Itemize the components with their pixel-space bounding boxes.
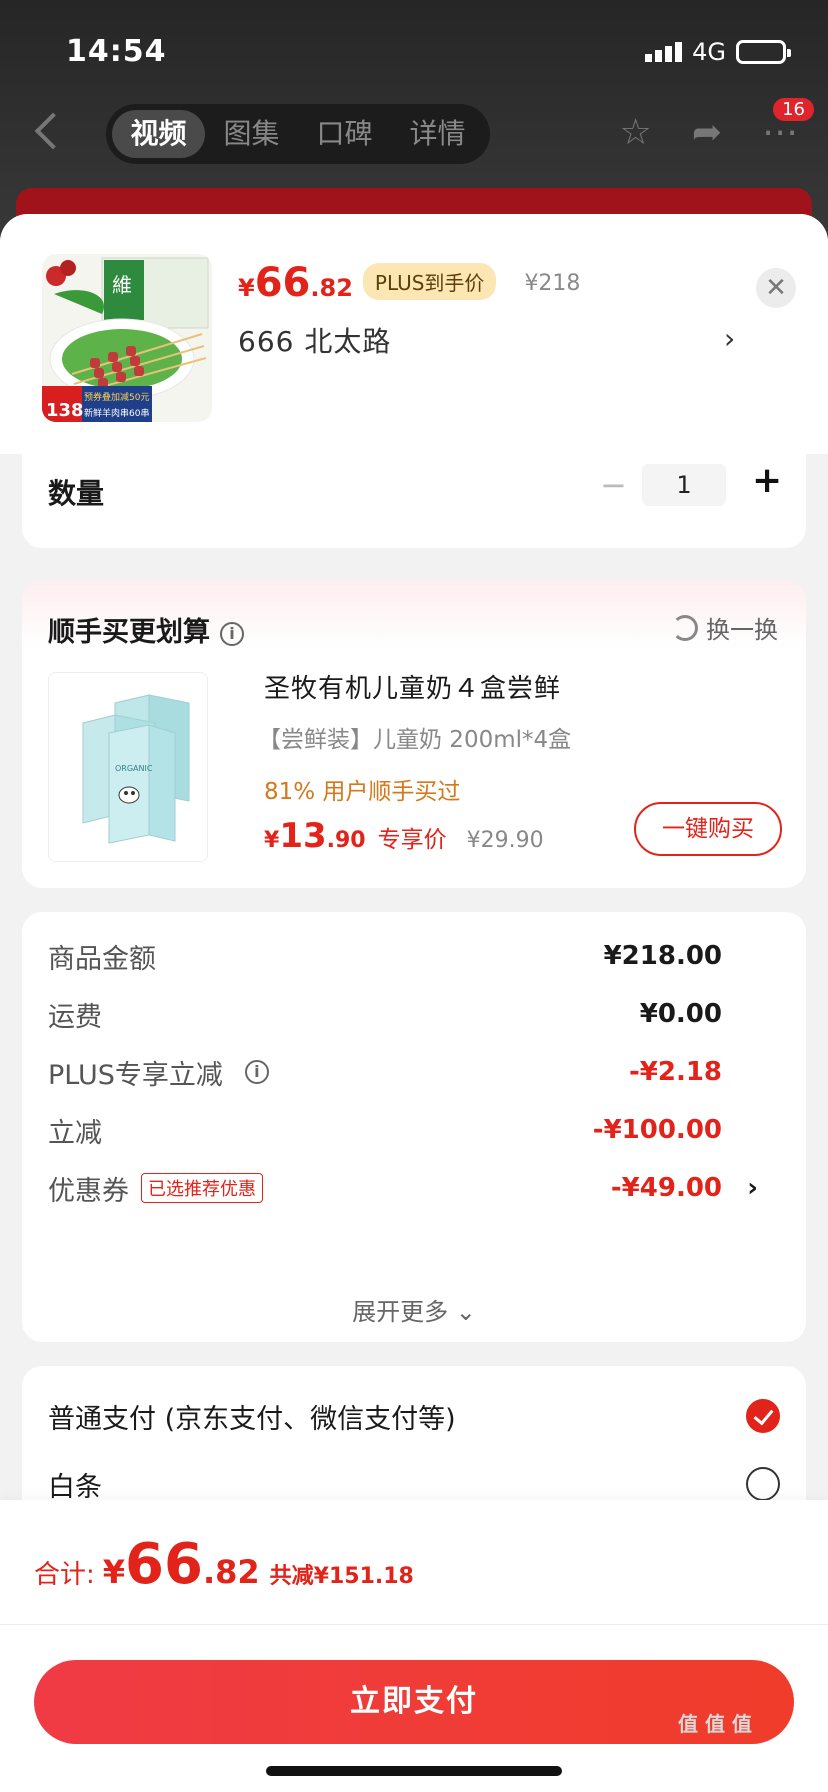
svg-text:预券叠加减50元: 预券叠加减50元 xyxy=(84,391,149,403)
upsell-buyers-stat: 81% 用户顺手买过 xyxy=(264,779,461,805)
tab-video[interactable]: 视频 xyxy=(112,110,205,158)
plus-price-tag: PLUS到手价 xyxy=(362,263,497,300)
star-icon[interactable]: ☆ xyxy=(620,112,652,153)
summary-value: ¥0.00 xyxy=(639,999,722,1029)
delivery-address[interactable]: 666 北太路 xyxy=(238,320,391,360)
summary-row-shipping: 运费 ¥0.00 xyxy=(48,994,778,1034)
payment-option-label: 普通支付 (京东支付、微信支付等) xyxy=(48,1403,456,1435)
radio-checked-icon[interactable] xyxy=(746,1399,780,1433)
summary-row-coupon[interactable]: 优惠券 已选推荐优惠 -¥49.00 › xyxy=(48,1168,778,1208)
close-icon: ✕ xyxy=(765,273,787,303)
quantity-label: 数量 xyxy=(48,477,105,510)
tab-gallery[interactable]: 图集 xyxy=(205,110,298,158)
close-button[interactable]: ✕ xyxy=(756,268,796,308)
product-thumbnail: 維 138 预券叠加减50元 新鲜羊肉串60串 xyxy=(42,254,212,422)
expand-more-button[interactable]: 展开更多 ⌄ xyxy=(22,1292,806,1327)
summary-label: 运费 xyxy=(48,1001,102,1033)
summary-label: 立减 xyxy=(48,1117,102,1149)
upsell-product-spec: 【尝鲜装】儿童奶 200ml*4盒 xyxy=(258,727,572,753)
svg-text:維: 維 xyxy=(112,273,132,297)
coupon-tag: 已选推荐优惠 xyxy=(141,1173,263,1203)
summary-value: -¥100.00 xyxy=(592,1115,722,1145)
upsell-product-image[interactable]: ORGANIC xyxy=(48,672,208,862)
summary-row-instant-discount: 立减 -¥100.00 xyxy=(48,1110,778,1150)
upsell-card: 顺手买更划算 i 换一换 ORGANIC 圣牧有机儿童奶４盒尝鲜 【尝鲜装】儿童… xyxy=(22,580,806,888)
quantity-plus-button[interactable]: + xyxy=(752,460,782,501)
info-icon[interactable]: i xyxy=(220,621,244,646)
summary-row-plus-discount: PLUS专享立减 i -¥2.18 xyxy=(48,1052,778,1092)
price-summary-card: 商品金额 ¥218.00 运费 ¥0.00 PLUS专享立减 i -¥2.18 立… xyxy=(22,912,806,1342)
nav-bar: 视频 图集 口碑 详情 ☆ ➦ ⋯ 16 xyxy=(0,98,828,166)
one-click-buy-button[interactable]: 一键购买 xyxy=(634,802,782,856)
total-label: 合计: xyxy=(34,1560,95,1590)
quantity-minus-button[interactable]: − xyxy=(600,466,627,504)
status-time: 14:54 xyxy=(66,34,167,69)
upsell-product-name[interactable]: 圣牧有机儿童奶４盒尝鲜 xyxy=(264,668,561,705)
chevron-right-icon[interactable]: › xyxy=(724,322,735,355)
sheet-header: 維 138 预券叠加减50元 新鲜羊肉串60串 ¥66.82 PLUS到手价 ¥… xyxy=(0,214,828,454)
original-price: ¥218 xyxy=(524,271,581,296)
summary-label: 商品金额 xyxy=(48,943,156,975)
checkout-sheet: 維 138 预券叠加减50元 新鲜羊肉串60串 ¥66.82 PLUS到手价 ¥… xyxy=(0,214,828,1792)
refresh-icon xyxy=(672,614,698,641)
payment-option-label: 白条 xyxy=(48,1471,102,1503)
back-icon[interactable] xyxy=(34,112,72,150)
network-label: 4G xyxy=(692,38,726,66)
quantity-input[interactable]: 1 xyxy=(642,464,726,506)
payment-option-standard[interactable]: 普通支付 (京东支付、微信支付等) xyxy=(48,1392,780,1440)
nav-tabs: 视频 图集 口碑 详情 xyxy=(106,104,490,164)
signal-icon xyxy=(645,42,683,62)
nav-icons: ☆ ➦ ⋯ xyxy=(620,112,798,153)
chevron-right-icon[interactable]: › xyxy=(747,1173,758,1203)
summary-row-subtotal: 商品金额 ¥218.00 xyxy=(48,936,778,976)
total-line: 合计: ¥66.82 共减¥151.18 xyxy=(34,1532,414,1597)
share-icon[interactable]: ➦ xyxy=(692,112,722,153)
status-right: 4G xyxy=(645,38,791,66)
upsell-title: 顺手买更划算 i xyxy=(48,610,244,649)
upsell-original-price: ¥29.90 xyxy=(466,828,544,853)
summary-value: -¥49.00 xyxy=(610,1173,722,1203)
svg-text:新鲜羊肉串60串: 新鲜羊肉串60串 xyxy=(84,407,149,419)
watermark: 值 值 值 xyxy=(678,1712,752,1736)
svg-text:138: 138 xyxy=(46,400,84,421)
home-indicator[interactable] xyxy=(266,1766,562,1776)
summary-label: 优惠券 已选推荐优惠 xyxy=(48,1169,263,1208)
upsell-price-line: ¥13.90 专享价 ¥29.90 xyxy=(264,816,544,856)
summary-value: -¥2.18 xyxy=(628,1057,722,1087)
swap-button[interactable]: 换一换 xyxy=(672,610,778,645)
exclusive-price-label: 专享价 xyxy=(377,827,447,853)
info-icon[interactable]: i xyxy=(244,1060,269,1084)
battery-icon xyxy=(736,40,791,64)
total-price: ¥66.82 xyxy=(102,1532,260,1597)
tab-details[interactable]: 详情 xyxy=(391,110,484,158)
radio-unchecked-icon[interactable] xyxy=(746,1467,780,1501)
message-badge: 16 xyxy=(773,98,814,121)
checkout-bottom-bar: 合计: ¥66.82 共减¥151.18 立即支付 xyxy=(0,1500,828,1792)
quantity-card: 数量 − 1 + xyxy=(22,454,806,548)
product-image: 維 138 预券叠加减50元 新鲜羊肉串60串 xyxy=(42,254,212,422)
summary-value: ¥218.00 xyxy=(603,941,722,971)
product-price-line: ¥66.82 PLUS到手价 ¥218 xyxy=(238,260,580,306)
svg-text:ORGANIC: ORGANIC xyxy=(115,764,153,773)
total-savings: 共减¥151.18 xyxy=(269,1564,414,1589)
summary-label: PLUS专享立减 i xyxy=(48,1053,269,1092)
upsell-price: ¥13.90 xyxy=(264,816,366,856)
tab-reviews[interactable]: 口碑 xyxy=(298,110,391,158)
divider xyxy=(0,1624,828,1625)
swap-label: 换一换 xyxy=(706,616,778,644)
status-bar: 14:54 4G xyxy=(0,0,828,100)
milk-boxes-image: ORGANIC xyxy=(49,673,207,861)
product-price: ¥66.82 xyxy=(238,260,353,306)
